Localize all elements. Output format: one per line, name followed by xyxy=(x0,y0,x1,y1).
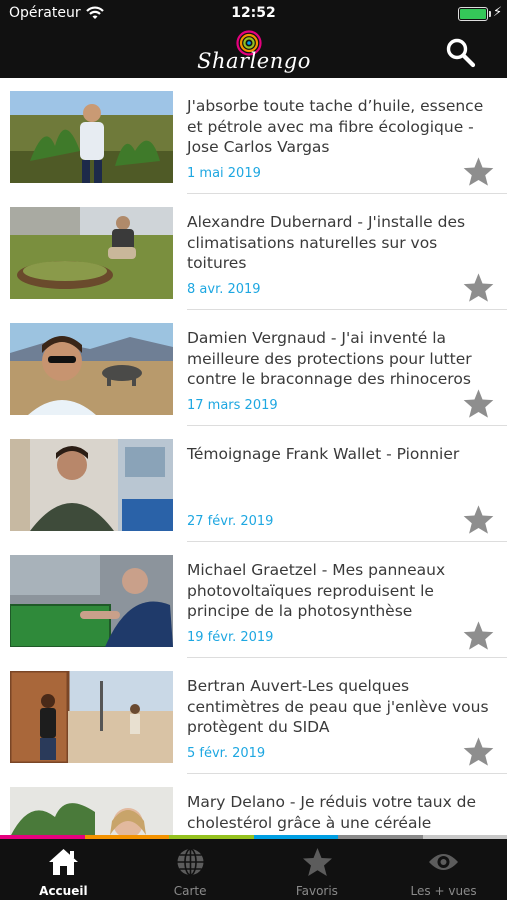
article-item[interactable]: Bertran Auvert-Les quelques centimètres … xyxy=(0,658,507,774)
tab-label: Accueil xyxy=(39,884,88,898)
article-item[interactable]: Mary Delano - Je réduis votre taux de ch… xyxy=(0,774,507,836)
article-title[interactable]: J'absorbe toute tache d’huile, essence e… xyxy=(187,96,497,158)
article-title[interactable]: Michael Graetzel - Mes panneaux photovol… xyxy=(187,560,497,622)
article-thumbnail xyxy=(10,207,173,299)
tab-favoris[interactable]: Favoris xyxy=(254,839,381,900)
globe-icon xyxy=(177,848,204,876)
tab-label: Favoris xyxy=(295,884,338,898)
favorite-star-icon[interactable] xyxy=(462,504,495,535)
article-thumbnail xyxy=(10,91,173,183)
status-bar: Opérateur 12:52 ⚡ xyxy=(0,0,507,28)
article-thumbnail xyxy=(10,787,173,836)
star-icon xyxy=(302,848,332,876)
article-thumbnail xyxy=(10,555,173,647)
tab-carte[interactable]: Carte xyxy=(127,839,254,900)
article-thumbnail xyxy=(10,671,173,763)
tab-label: Carte xyxy=(173,884,207,898)
logo-text: Sharlengo xyxy=(197,49,311,73)
article-item[interactable]: J'absorbe toute tache d’huile, essence e… xyxy=(0,78,507,194)
article-date: 8 avr. 2019 xyxy=(187,282,261,297)
home-icon xyxy=(49,849,78,875)
article-title[interactable]: Témoignage Frank Wallet - Pionnier xyxy=(187,444,497,465)
search-icon[interactable] xyxy=(444,36,478,70)
article-title[interactable]: Bertran Auvert-Les quelques centimètres … xyxy=(187,676,497,738)
article-item[interactable]: Michael Graetzel - Mes panneaux photovol… xyxy=(0,542,507,658)
article-title[interactable]: Mary Delano - Je réduis votre taux de ch… xyxy=(187,792,497,833)
article-date: 1 mai 2019 xyxy=(187,166,261,181)
article-date: 19 févr. 2019 xyxy=(187,630,274,645)
top-bar: Opérateur 12:52 ⚡ Sharlengo xyxy=(0,0,507,78)
article-date: 27 févr. 2019 xyxy=(187,514,274,529)
article-item[interactable]: Témoignage Frank Wallet - Pionnier 27 fé… xyxy=(0,426,507,542)
article-title[interactable]: Alexandre Dubernard - J'installe des cli… xyxy=(187,212,497,274)
app-logo: Sharlengo xyxy=(196,30,312,74)
article-date: 5 févr. 2019 xyxy=(187,746,266,761)
favorite-star-icon[interactable] xyxy=(462,272,495,303)
tab-accueil[interactable]: Accueil xyxy=(0,839,127,900)
tab-label: Les + vues xyxy=(410,884,477,898)
favorite-star-icon[interactable] xyxy=(462,388,495,419)
eye-icon xyxy=(429,854,459,870)
article-list[interactable]: J'absorbe toute tache d’huile, essence e… xyxy=(0,78,507,836)
article-thumbnail xyxy=(10,439,173,531)
favorite-star-icon[interactable] xyxy=(462,156,495,187)
article-thumbnail xyxy=(10,323,173,415)
article-item[interactable]: Damien Vergnaud - J'ai inventé la meille… xyxy=(0,310,507,426)
article-item[interactable]: Alexandre Dubernard - J'installe des cli… xyxy=(0,194,507,310)
battery-icon xyxy=(458,7,488,21)
tab-les-plus-vues[interactable]: Les + vues xyxy=(380,839,507,900)
tab-bar: Accueil Carte Favoris Les + vues xyxy=(0,839,507,900)
article-date: 17 mars 2019 xyxy=(187,398,278,413)
charging-icon: ⚡ xyxy=(493,5,503,20)
favorite-star-icon[interactable] xyxy=(462,736,495,767)
battery-tip xyxy=(489,11,491,17)
clock: 12:52 xyxy=(231,5,276,21)
favorite-star-icon[interactable] xyxy=(462,620,495,651)
article-title[interactable]: Damien Vergnaud - J'ai inventé la meille… xyxy=(187,328,497,390)
